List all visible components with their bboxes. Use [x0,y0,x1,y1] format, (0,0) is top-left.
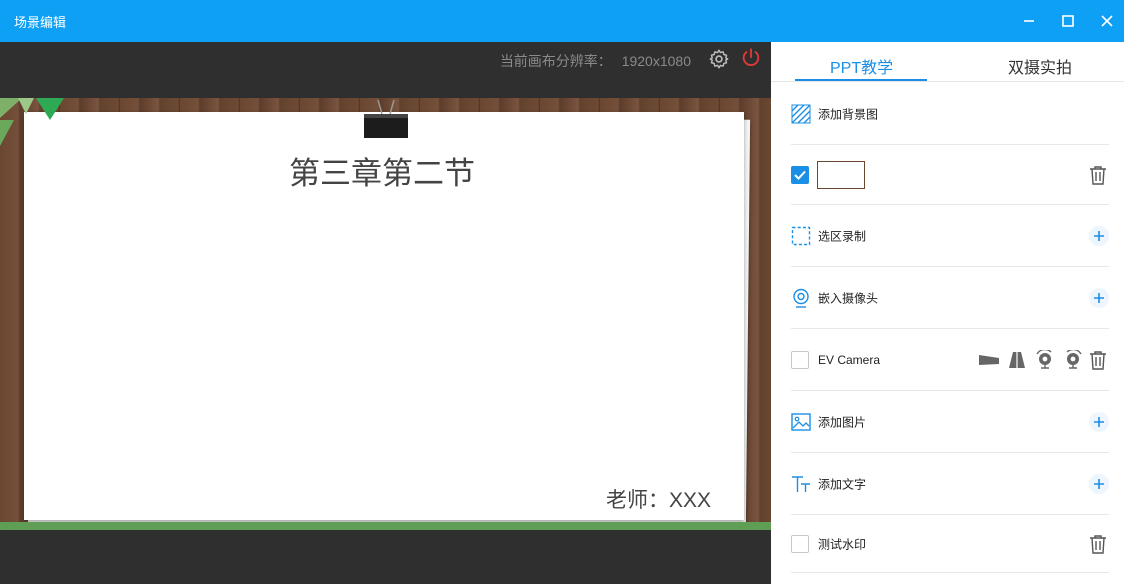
ev-camera-label: EV Camera [818,352,881,367]
plus-icon [1094,292,1104,303]
embed-camera-label: 嵌入摄像头 [818,291,879,305]
add-image-label: 添加图片 [818,415,867,429]
canvas-area: 当前画布分辨率： 1920x1080 第三章第二节 老师：XXX [0,42,771,584]
select-record-row[interactable]: 选区录制 [791,205,1109,267]
slide-paper: 第三章第二节 老师：XXX [24,112,744,520]
close-icon [1101,15,1113,27]
background-pattern-icon [791,104,811,123]
background-checkbox[interactable] [791,165,809,184]
flip-horizontal-icon[interactable] [979,350,999,370]
trash-icon[interactable] [1089,165,1107,185]
resolution-info: 当前画布分辨率： 1920x1080 [500,51,691,71]
add-text-row[interactable]: 添加文字 [791,453,1109,515]
background-thumbnail[interactable] [817,160,865,189]
flip-vertical-icon[interactable] [1007,350,1027,370]
maximize-button[interactable] [1056,9,1080,33]
canvas-toolbar: 当前画布分辨率： 1920x1080 [0,42,771,98]
check-icon [794,170,806,180]
image-icon [791,412,811,431]
minimize-button[interactable] [1017,9,1041,33]
ev-camera-row[interactable]: EV Camera [791,329,1109,391]
trash-icon[interactable] [1089,350,1107,370]
gear-icon[interactable] [708,48,730,70]
window-title: 场景编辑 [14,15,67,30]
embed-camera-row[interactable]: 嵌入摄像头 [791,267,1109,329]
trash-icon[interactable] [1089,534,1107,554]
watermark-label: 测试水印 [818,537,867,551]
text-icon [792,475,810,492]
tab-dual-camera[interactable]: 双摄实拍 [1008,54,1072,78]
add-select-record-button[interactable] [1089,225,1109,246]
side-panel: PPT教学 双摄实拍 添加背景图 选区录制 嵌入摄像头 EV Camera 添加… [771,42,1124,584]
binder-clip-icon [364,99,408,138]
add-background-label: 添加背景图 [818,107,879,121]
maximize-icon [1062,15,1074,27]
plus-icon [1094,230,1104,241]
resolution-label: 当前画布分辨率： [499,53,612,69]
add-image-button[interactable] [1089,411,1109,432]
slide-title: 第三章第二节 [289,156,475,191]
minimize-icon [1024,20,1034,22]
teacher-label: 老师：XXX [606,489,712,512]
background-layer-row[interactable] [791,145,1109,205]
watermark-checkbox[interactable] [791,534,809,553]
add-camera-button[interactable] [1089,287,1109,308]
power-icon[interactable] [740,47,762,69]
add-text-label: 添加文字 [818,477,867,491]
add-image-row[interactable]: 添加图片 [791,391,1109,453]
select-record-label: 选区录制 [818,229,867,243]
plus-icon [1094,416,1104,427]
close-button[interactable] [1095,9,1119,33]
rotate-left-icon[interactable] [1035,348,1055,370]
watermark-row[interactable]: 测试水印 [791,515,1109,573]
corner-decoration [0,98,64,146]
dashed-region-icon [791,226,811,245]
resolution-value: 1920x1080 [621,53,691,69]
green-strip [0,522,771,530]
tab-ppt-teaching[interactable]: PPT教学 [830,54,893,78]
plus-icon [1094,478,1104,489]
rotate-right-icon[interactable] [1063,348,1083,370]
add-background-row[interactable]: 添加背景图 [791,83,1109,145]
camera-tools [979,348,1083,370]
ev-camera-checkbox[interactable] [791,350,809,369]
tab-bar: PPT教学 双摄实拍 [771,42,1124,82]
active-tab-indicator [795,79,927,81]
webcam-icon [793,288,809,308]
slide-preview[interactable]: 第三章第二节 老师：XXX [0,98,771,530]
title-bar: 场景编辑 [0,0,1124,42]
add-text-button[interactable] [1089,473,1109,494]
